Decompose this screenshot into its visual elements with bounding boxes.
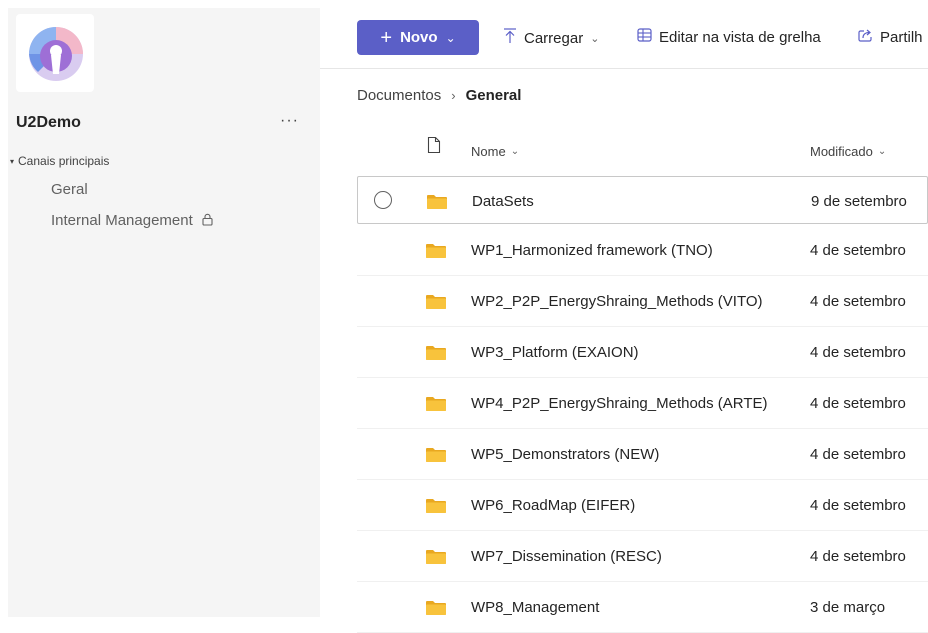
table-row[interactable]: WP4_P2P_EnergyShraing_Methods (ARTE) 4 d… bbox=[357, 379, 928, 429]
table-row[interactable]: WP1_Harmonized framework (TNO) 4 de sete… bbox=[357, 226, 928, 276]
file-modified: 4 de setembro bbox=[810, 548, 906, 565]
folder-icon bbox=[426, 346, 446, 360]
breadcrumb-parent[interactable]: Documentos bbox=[357, 87, 441, 104]
folder-icon bbox=[426, 397, 446, 411]
table-row[interactable]: WP2_P2P_EnergyShraing_Methods (VITO) 4 d… bbox=[357, 277, 928, 327]
channel-item-internal-management[interactable]: Internal Management bbox=[51, 212, 214, 229]
chevron-down-icon: ⌄ bbox=[877, 146, 887, 157]
files-pane: + Novo ⌄ Carregar ⌄ Editar na vista de g… bbox=[320, 0, 928, 633]
file-type-icon[interactable] bbox=[427, 136, 441, 157]
caret-down-icon: ▾ bbox=[10, 156, 15, 166]
table-row[interactable]: WP8_Management 3 de março bbox=[357, 583, 928, 633]
chevron-right-icon: › bbox=[451, 88, 456, 103]
folder-icon bbox=[426, 499, 446, 513]
table-row[interactable]: WP6_RoadMap (EIFER) 4 de setembro bbox=[357, 481, 928, 531]
folder-icon bbox=[426, 244, 446, 258]
table-row[interactable]: WP3_Platform (EXAION) 4 de setembro bbox=[357, 328, 928, 378]
file-name[interactable]: WP5_Demonstrators (NEW) bbox=[471, 446, 659, 463]
channel-label: Internal Management bbox=[51, 212, 193, 229]
file-list-header: Nome ⌄ Modificado ⌄ bbox=[357, 132, 928, 170]
chevron-down-icon: ⌄ bbox=[590, 32, 600, 45]
folder-icon bbox=[426, 601, 446, 615]
team-logo-icon bbox=[29, 27, 83, 81]
team-logo[interactable] bbox=[16, 14, 94, 92]
new-button[interactable]: + Novo ⌄ bbox=[357, 20, 479, 55]
file-modified: 4 de setembro bbox=[810, 446, 906, 463]
column-modified-label: Modificado bbox=[810, 144, 873, 159]
chevron-down-icon: ⌄ bbox=[510, 146, 520, 157]
file-name[interactable]: WP2_P2P_EnergyShraing_Methods (VITO) bbox=[471, 293, 763, 310]
channels-section-label: Canais principais bbox=[18, 154, 110, 168]
column-header-name[interactable]: Nome ⌄ bbox=[471, 144, 519, 159]
new-button-label: Novo bbox=[400, 29, 438, 46]
folder-icon bbox=[426, 550, 446, 564]
row-select-checkbox[interactable] bbox=[374, 191, 392, 209]
breadcrumb-current: General bbox=[465, 87, 522, 104]
file-modified: 4 de setembro bbox=[810, 395, 906, 412]
lock-icon bbox=[201, 213, 214, 229]
command-bar: + Novo ⌄ Carregar ⌄ Editar na vista de g… bbox=[320, 8, 928, 69]
team-name[interactable]: U2Demo bbox=[16, 114, 81, 132]
edit-grid-view-label: Editar na vista de grelha bbox=[659, 28, 821, 46]
table-row[interactable]: WP5_Demonstrators (NEW) 4 de setembro bbox=[357, 430, 928, 480]
share-button[interactable]: Partilh bbox=[858, 28, 923, 46]
file-name[interactable]: WP4_P2P_EnergyShraing_Methods (ARTE) bbox=[471, 395, 768, 412]
chevron-down-icon: ⌄ bbox=[445, 30, 456, 45]
upload-icon bbox=[503, 28, 517, 48]
file-modified: 3 de março bbox=[810, 599, 886, 616]
channel-item-geral[interactable]: Geral bbox=[51, 181, 88, 198]
file-name[interactable]: WP7_Dissemination (RESC) bbox=[471, 548, 662, 565]
file-name[interactable]: DataSets bbox=[472, 193, 534, 210]
file-modified: 4 de setembro bbox=[810, 344, 906, 361]
plus-icon: + bbox=[380, 26, 393, 49]
upload-label: Carregar bbox=[524, 29, 584, 47]
channel-label: Geral bbox=[51, 181, 88, 198]
file-modified: 4 de setembro bbox=[810, 293, 906, 310]
folder-icon bbox=[426, 295, 446, 309]
file-modified: 4 de setembro bbox=[810, 242, 906, 259]
file-modified: 9 de setembro bbox=[811, 193, 907, 210]
share-label: Partilh bbox=[880, 28, 923, 46]
file-modified: 4 de setembro bbox=[810, 497, 906, 514]
channels-section-header[interactable]: ▾ Canais principais bbox=[10, 154, 109, 168]
share-icon bbox=[858, 28, 873, 46]
file-name[interactable]: WP8_Management bbox=[471, 599, 599, 616]
folder-icon bbox=[426, 448, 446, 462]
table-row[interactable]: WP7_Dissemination (RESC) 4 de setembro bbox=[357, 532, 928, 582]
column-header-modified[interactable]: Modificado ⌄ bbox=[810, 144, 886, 159]
upload-button[interactable]: Carregar ⌄ bbox=[503, 28, 599, 48]
column-name-label: Nome bbox=[471, 144, 506, 159]
file-name[interactable]: WP3_Platform (EXAION) bbox=[471, 344, 639, 361]
team-more-options-button[interactable]: ··· bbox=[280, 112, 299, 130]
breadcrumb: Documentos › General bbox=[357, 87, 521, 104]
folder-icon bbox=[427, 195, 447, 209]
edit-grid-view-button[interactable]: Editar na vista de grelha bbox=[637, 28, 821, 46]
file-name[interactable]: WP6_RoadMap (EIFER) bbox=[471, 497, 635, 514]
file-name[interactable]: WP1_Harmonized framework (TNO) bbox=[471, 242, 713, 259]
channel-sidebar: U2Demo ··· ▾ Canais principais Geral Int… bbox=[8, 8, 320, 617]
grid-icon bbox=[637, 28, 652, 46]
table-row[interactable]: DataSets 9 de setembro bbox=[357, 176, 928, 224]
